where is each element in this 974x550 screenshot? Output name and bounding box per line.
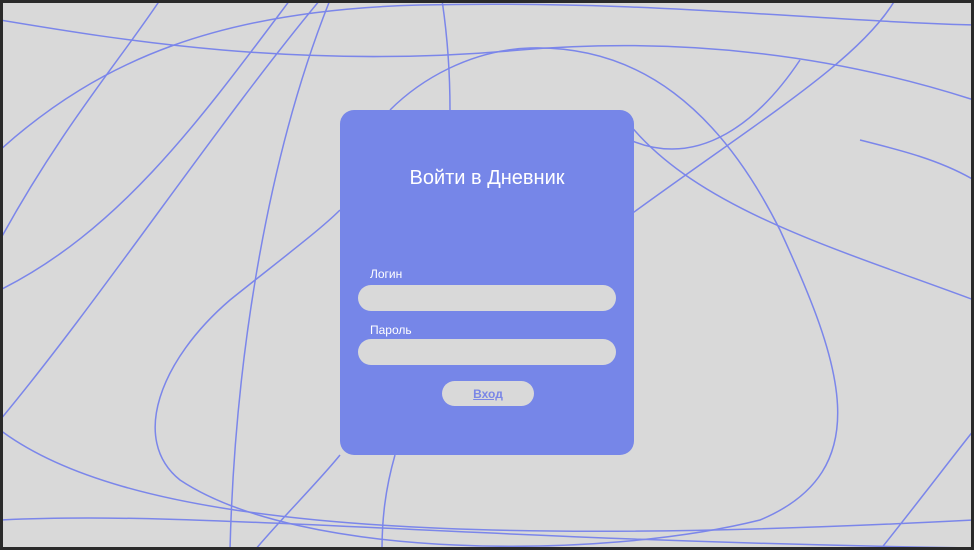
password-label: Пароль	[370, 323, 412, 337]
background-line	[381, 454, 396, 547]
page-title: Войти в Дневник	[409, 167, 565, 189]
background-line	[441, 3, 451, 111]
background-line	[881, 432, 971, 547]
background-line	[256, 454, 341, 547]
login-label: Логин	[370, 267, 403, 281]
login-card: Войти в Дневник Логин Пароль Вход	[340, 110, 634, 455]
login-page: Войти в Дневник Логин Пароль Вход	[3, 3, 971, 547]
background-line	[3, 517, 960, 547]
background-line	[859, 139, 971, 180]
background-line	[3, 3, 159, 237]
background-line	[629, 59, 801, 150]
background-line	[3, 3, 289, 290]
password-input[interactable]	[358, 339, 616, 365]
background-line	[3, 3, 319, 418]
background-line	[3, 19, 971, 100]
login-button[interactable]: Вход	[442, 381, 534, 406]
login-input[interactable]	[358, 285, 616, 311]
background-line	[229, 3, 330, 547]
background-line	[629, 124, 971, 300]
background-line	[629, 3, 894, 216]
